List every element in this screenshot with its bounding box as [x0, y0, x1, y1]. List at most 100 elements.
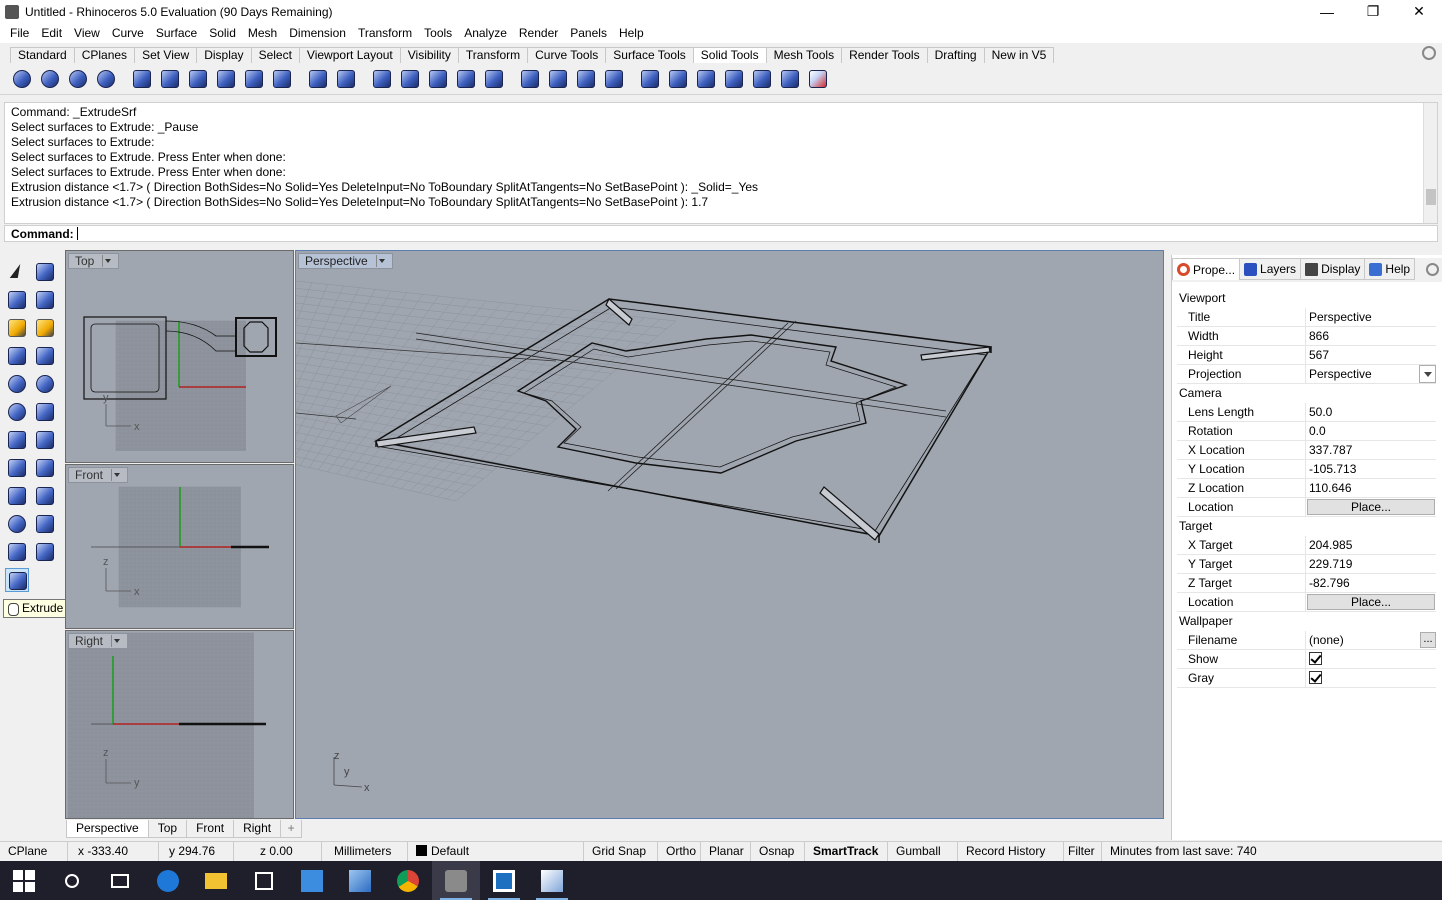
slab-button[interactable]: [722, 67, 746, 91]
tab-mesh-tools[interactable]: Mesh Tools: [765, 47, 843, 63]
chevron-down-icon[interactable]: [111, 469, 121, 481]
viewport-right[interactable]: z y Right: [65, 630, 294, 819]
z-location-field[interactable]: 110.646: [1306, 479, 1436, 497]
explode-tool-button[interactable]: [33, 316, 57, 340]
store-button[interactable]: [240, 861, 288, 900]
osnap-toggle[interactable]: Osnap: [751, 841, 805, 862]
start-button[interactable]: [0, 861, 48, 900]
viewport-right-label[interactable]: Right: [68, 633, 129, 649]
y-location-field[interactable]: -105.713: [1306, 460, 1436, 478]
tab-display[interactable]: Display: [196, 47, 252, 63]
layer-status[interactable]: Default: [408, 841, 584, 862]
tube-tool-button[interactable]: [33, 484, 57, 508]
smarttrack-toggle[interactable]: SmartTrack: [805, 841, 888, 862]
cplane-status[interactable]: CPlane: [0, 841, 68, 862]
command-line[interactable]: Command:: [4, 225, 1438, 242]
tab-curve-tools[interactable]: Curve Tools: [527, 47, 607, 63]
cone-tool-button[interactable]: [5, 428, 29, 452]
viewport-perspective-label[interactable]: Perspective: [298, 253, 393, 269]
remove-button[interactable]: [806, 67, 830, 91]
add-viewport-tab-button[interactable]: +: [280, 820, 303, 838]
menu-panels[interactable]: Panels: [564, 26, 613, 40]
record-history-toggle[interactable]: Record History: [958, 841, 1064, 862]
paraboloid-tool-button[interactable]: [33, 400, 57, 424]
extract-wireframe-button[interactable]: [694, 67, 718, 91]
show-checkbox[interactable]: [1309, 652, 1322, 665]
cap-planar-holes-button[interactable]: [130, 67, 154, 91]
viewport-perspective[interactable]: z y x Perspective: [295, 250, 1164, 819]
x-target-field[interactable]: 204.985: [1306, 536, 1436, 554]
target-place-button[interactable]: Place...: [1307, 594, 1435, 610]
maximize-button[interactable]: ❐: [1350, 0, 1396, 23]
viewport-width-field[interactable]: 866: [1306, 327, 1436, 345]
viewport-title-field[interactable]: Perspective: [1306, 308, 1436, 326]
rotation-field[interactable]: 0.0: [1306, 422, 1436, 440]
gray-checkbox[interactable]: [1309, 671, 1322, 684]
cylinder-tool-button[interactable]: [5, 484, 29, 508]
panel-settings-gear-icon[interactable]: [1426, 263, 1439, 276]
edge-button[interactable]: [144, 861, 192, 900]
polyline-tool-button[interactable]: [5, 288, 29, 312]
menu-solid[interactable]: Solid: [203, 26, 242, 40]
tab-right[interactable]: Right: [233, 820, 282, 838]
sphere-options-tool-button[interactable]: [33, 372, 57, 396]
tab-visibility[interactable]: Visibility: [399, 47, 459, 63]
y-target-field[interactable]: 229.719: [1306, 555, 1436, 573]
box-solid-tool-button[interactable]: [33, 344, 57, 368]
pyramid-tool-button[interactable]: [5, 456, 29, 480]
truncated-pyramid-tool-button[interactable]: [33, 456, 57, 480]
menu-help[interactable]: Help: [613, 26, 650, 40]
units-status[interactable]: Millimeters: [322, 841, 408, 862]
menu-tools[interactable]: Tools: [418, 26, 458, 40]
tab-surface-tools[interactable]: Surface Tools: [605, 47, 694, 63]
truncated-cone-tool-button[interactable]: [33, 428, 57, 452]
move-hole-button[interactable]: [546, 67, 570, 91]
tab-perspective[interactable]: Perspective: [66, 820, 149, 838]
revolve-tool-button[interactable]: [5, 540, 29, 564]
solid-box-button[interactable]: [242, 67, 266, 91]
scrollbar-thumb[interactable]: [1426, 189, 1436, 205]
viewport-top[interactable]: y x Top: [65, 250, 294, 463]
boolean-split-button[interactable]: [94, 67, 118, 91]
fillet-edge-button[interactable]: [158, 67, 182, 91]
tab-render-tools[interactable]: Render Tools: [841, 47, 928, 63]
wallpaper-filename-field[interactable]: (none)...: [1306, 631, 1436, 649]
array-button[interactable]: [778, 67, 802, 91]
tab-layers[interactable]: Layers: [1239, 258, 1302, 280]
z-target-field[interactable]: -82.796: [1306, 574, 1436, 592]
installer-button[interactable]: [336, 861, 384, 900]
select-tool-button[interactable]: [5, 260, 29, 284]
torus-tool-button[interactable]: [5, 512, 29, 536]
planar-toggle[interactable]: Planar: [701, 841, 751, 862]
rotate-hole-button[interactable]: [574, 67, 598, 91]
sphere-tool-button[interactable]: [5, 372, 29, 396]
gumball-toggle[interactable]: Gumball: [888, 841, 958, 862]
menu-render[interactable]: Render: [513, 26, 564, 40]
merge-faces-button[interactable]: [454, 67, 478, 91]
boolean-difference-button[interactable]: [38, 67, 62, 91]
rhino-help-taskbar-button[interactable]: [480, 861, 528, 900]
viewport-top-label[interactable]: Top: [68, 253, 120, 269]
tab-drafting[interactable]: Drafting: [926, 47, 985, 63]
pipe-tool-button[interactable]: [33, 512, 57, 536]
search-button[interactable]: [48, 861, 96, 900]
place-hole-button[interactable]: [518, 67, 542, 91]
boolean-union-button[interactable]: [10, 67, 34, 91]
tab-front[interactable]: Front: [186, 820, 235, 838]
chevron-down-icon[interactable]: [375, 255, 386, 267]
task-view-button[interactable]: [96, 861, 144, 900]
rhino-taskbar-button[interactable]: [432, 861, 480, 900]
chevron-down-icon[interactable]: [1419, 365, 1436, 383]
tab-cplanes[interactable]: CPlanes: [73, 47, 136, 63]
boolean-intersection-button[interactable]: [66, 67, 90, 91]
shell-button[interactable]: [186, 67, 210, 91]
viewport-height-field[interactable]: 567: [1306, 346, 1436, 364]
minimize-button[interactable]: —: [1304, 0, 1350, 23]
history-scrollbar[interactable]: [1423, 103, 1437, 223]
create-solid-button[interactable]: [666, 67, 690, 91]
ortho-toggle[interactable]: Ortho: [658, 841, 701, 862]
tab-viewport-layout[interactable]: Viewport Layout: [298, 47, 401, 63]
tab-standard[interactable]: Standard: [10, 47, 75, 63]
camera-place-button[interactable]: Place...: [1307, 499, 1435, 515]
tab-select[interactable]: Select: [250, 47, 300, 63]
